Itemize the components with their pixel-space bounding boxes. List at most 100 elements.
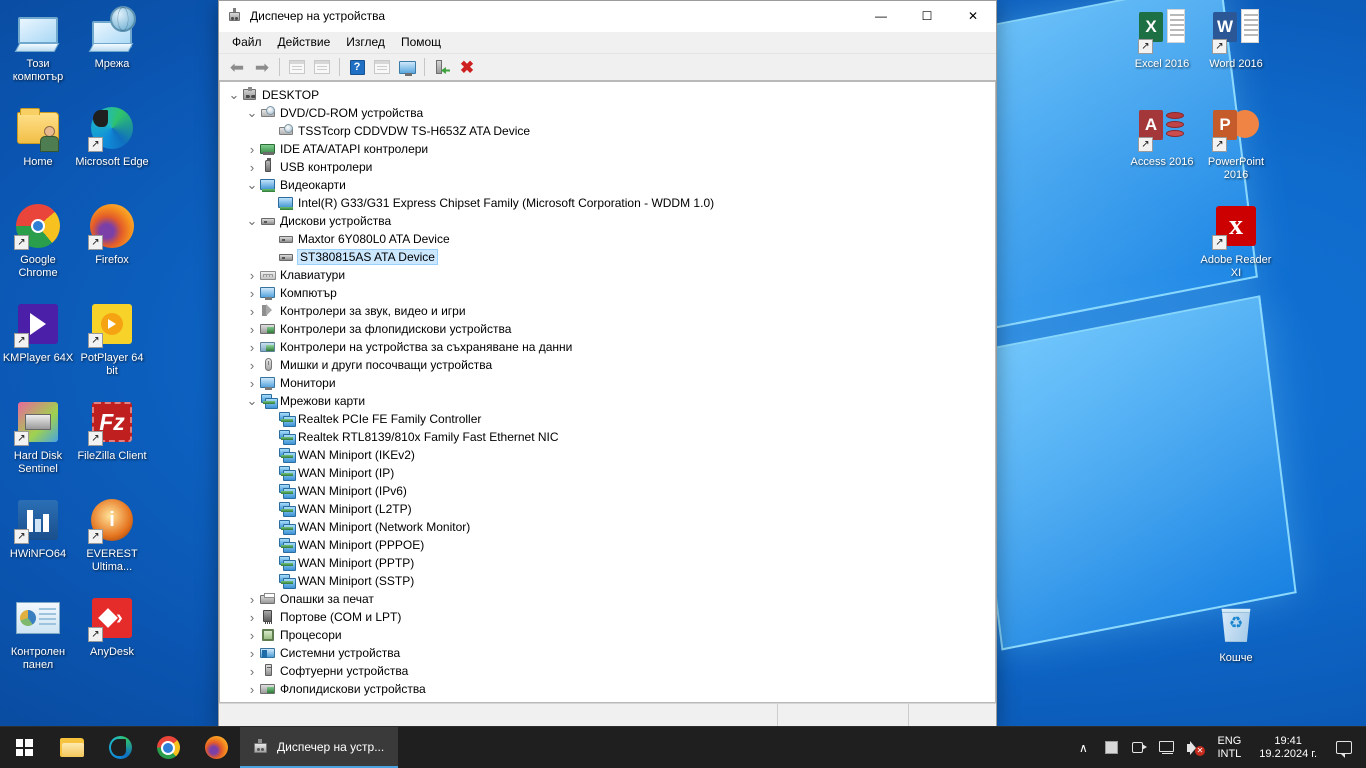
- desktop-icon-network[interactable]: Мрежа: [74, 6, 150, 71]
- menu-action[interactable]: Действие: [270, 32, 339, 53]
- tree-row[interactable]: Maxtor 6Y080L0 ATA Device: [220, 230, 995, 248]
- desktop-icon-powerpoint-2016[interactable]: P PowerPoint 2016: [1198, 104, 1274, 182]
- chevron-right-icon[interactable]: ›: [244, 375, 260, 391]
- desktop-icon-hwinfo64[interactable]: HWiNFO64: [0, 496, 76, 561]
- tree-row[interactable]: › Флопидискови устройства: [220, 680, 995, 698]
- tree-row[interactable]: TSSTcorp CDDVDW TS-H653Z ATA Device: [220, 122, 995, 140]
- forward-arrow-icon[interactable]: ➡: [250, 56, 274, 79]
- desktop-icon-excel-2016[interactable]: X Excel 2016: [1124, 6, 1200, 71]
- chevron-right-icon[interactable]: ›: [244, 681, 260, 697]
- chevron-down-icon[interactable]: ⌄: [244, 105, 260, 121]
- tray-clock[interactable]: 19:41 19.2.2024 г.: [1250, 727, 1326, 768]
- tree-row[interactable]: WAN Miniport (Network Monitor): [220, 518, 995, 536]
- tree-row[interactable]: › Портове (COM и LPT): [220, 608, 995, 626]
- chevron-right-icon[interactable]: ›: [244, 285, 260, 301]
- chevron-right-icon[interactable]: ›: [244, 267, 260, 283]
- help-icon[interactable]: ?: [345, 56, 369, 79]
- taskbar-active-window-device-manager[interactable]: Диспечер на устр...: [240, 727, 398, 768]
- menu-view[interactable]: Изглед: [338, 32, 393, 53]
- desktop-icon-this-pc[interactable]: Този компютър: [0, 6, 76, 84]
- tree-row[interactable]: › Контролери на устройства за съхраняване…: [220, 338, 995, 356]
- tree-row[interactable]: ⌄ Мрежови карти: [220, 392, 995, 410]
- chevron-right-icon[interactable]: ›: [244, 357, 260, 373]
- tree-row[interactable]: Realtek RTL8139/810x Family Fast Etherne…: [220, 428, 995, 446]
- desktop-icon-recycle-bin[interactable]: ♻ Кошче: [1198, 600, 1274, 665]
- taskbar[interactable]: Диспечер на устр... ∧ ✕ ENG INTL 19:41 1…: [0, 726, 1366, 768]
- taskbar-firefox[interactable]: [192, 727, 240, 768]
- tree-row[interactable]: WAN Miniport (IPv6): [220, 482, 995, 500]
- scan-hardware-changes-icon[interactable]: [395, 56, 419, 79]
- tree-row[interactable]: Realtek PCIe FE Family Controller: [220, 410, 995, 428]
- tray-volume-muted-icon[interactable]: ✕: [1182, 727, 1208, 768]
- back-arrow-icon[interactable]: ⬅: [225, 56, 249, 79]
- tree-row[interactable]: › Софтуерни устройства: [220, 662, 995, 680]
- chevron-right-icon[interactable]: ›: [244, 321, 260, 337]
- tray-language-indicator[interactable]: ENG INTL: [1210, 727, 1248, 768]
- desktop-icon-filezilla-client[interactable]: Fz FileZilla Client: [74, 398, 150, 463]
- tree-row[interactable]: › Контролери за флопидискови устройства: [220, 320, 995, 338]
- tree-row[interactable]: › USB контролери: [220, 158, 995, 176]
- tree-row[interactable]: WAN Miniport (SSTP): [220, 572, 995, 590]
- desktop-icon-everest-ultimate[interactable]: i EVEREST Ultima...: [74, 496, 150, 574]
- tree-row[interactable]: WAN Miniport (L2TP): [220, 500, 995, 518]
- tree-row[interactable]: › Опашки за печат: [220, 590, 995, 608]
- desktop-icon-access-2016[interactable]: A Access 2016: [1124, 104, 1200, 169]
- tree-row[interactable]: › Контролери за звук, видео и игри: [220, 302, 995, 320]
- uninstall-device-icon[interactable]: ✖: [455, 56, 479, 79]
- tree-row[interactable]: › IDE ATA/ATAPI контролери: [220, 140, 995, 158]
- chevron-right-icon[interactable]: ›: [244, 591, 260, 607]
- tree-row[interactable]: › Процесори: [220, 626, 995, 644]
- chevron-right-icon[interactable]: ›: [244, 159, 260, 175]
- window-titlebar[interactable]: Диспечер на устройства — ☐ ✕: [219, 1, 996, 32]
- tree-row[interactable]: › Компютър: [220, 284, 995, 302]
- desktop-icon-potplayer[interactable]: PotPlayer 64 bit: [74, 300, 150, 378]
- desktop-icon-kmplayer[interactable]: KMPlayer 64X: [0, 300, 76, 365]
- properties-icon[interactable]: [310, 56, 334, 79]
- chevron-right-icon[interactable]: ›: [244, 609, 260, 625]
- tree-row[interactable]: › Клавиатури: [220, 266, 995, 284]
- device-tree[interactable]: ⌄ DESKTOP ⌄ DVD/CD-ROM устройства TSSTcorp …: [220, 82, 995, 698]
- tree-row[interactable]: › Монитори: [220, 374, 995, 392]
- desktop-icon-anydesk[interactable]: › AnyDesk: [74, 594, 150, 659]
- chevron-down-icon[interactable]: ⌄: [244, 393, 260, 409]
- chevron-right-icon[interactable]: ›: [244, 141, 260, 157]
- device-tree-panel[interactable]: ⌄ DESKTOP ⌄ DVD/CD-ROM устройства TSSTcorp …: [219, 81, 996, 703]
- tree-row[interactable]: ⌄ Видеокарти: [220, 176, 995, 194]
- tree-row[interactable]: ST380815AS ATA Device: [220, 248, 995, 266]
- close-button[interactable]: ✕: [950, 1, 996, 32]
- tree-row[interactable]: › Мишки и други посочващи устройства: [220, 356, 995, 374]
- hidden-icons-chevron-icon[interactable]: ∧: [1070, 727, 1096, 768]
- tree-row[interactable]: WAN Miniport (IP): [220, 464, 995, 482]
- tree-row[interactable]: WAN Miniport (IKEv2): [220, 446, 995, 464]
- desktop-icon-hard-disk-sentinel[interactable]: Hard Disk Sentinel: [0, 398, 76, 476]
- chevron-right-icon[interactable]: ›: [244, 339, 260, 355]
- desktop-icon-firefox[interactable]: Firefox: [74, 202, 150, 267]
- taskbar-edge[interactable]: [96, 727, 144, 768]
- minimize-button[interactable]: —: [858, 1, 904, 32]
- chevron-right-icon[interactable]: ›: [244, 627, 260, 643]
- tree-row[interactable]: ⌄ DVD/CD-ROM устройства: [220, 104, 995, 122]
- tree-row[interactable]: WAN Miniport (PPPOE): [220, 536, 995, 554]
- chevron-down-icon[interactable]: ⌄: [244, 213, 260, 229]
- desktop-icon-control-panel[interactable]: Контролен панел: [0, 594, 76, 672]
- chevron-right-icon[interactable]: ›: [244, 303, 260, 319]
- tray-camera-icon[interactable]: [1126, 727, 1152, 768]
- tree-row[interactable]: › Системни устройства: [220, 644, 995, 662]
- taskbar-chrome[interactable]: [144, 727, 192, 768]
- chevron-down-icon[interactable]: ⌄: [226, 87, 242, 103]
- maximize-button[interactable]: ☐: [904, 1, 950, 32]
- desktop-icon-word-2016[interactable]: W Word 2016: [1198, 6, 1274, 71]
- menu-file[interactable]: Файл: [224, 32, 270, 53]
- desktop-icon-microsoft-edge[interactable]: Microsoft Edge: [74, 104, 150, 169]
- desktop-icon-google-chrome[interactable]: Google Chrome: [0, 202, 76, 280]
- action-center-icon[interactable]: [1328, 727, 1360, 768]
- tree-row[interactable]: ⌄ DESKTOP: [220, 86, 995, 104]
- tree-row[interactable]: WAN Miniport (PPTP): [220, 554, 995, 572]
- start-button[interactable]: [0, 727, 48, 768]
- desktop-icon-home[interactable]: Home: [0, 104, 76, 169]
- tree-row[interactable]: Intel(R) G33/G31 Express Chipset Family …: [220, 194, 995, 212]
- update-driver-icon[interactable]: [430, 56, 454, 79]
- tray-network-icon[interactable]: [1154, 727, 1180, 768]
- device-manager-window[interactable]: Диспечер на устройства — ☐ ✕ Файл Действ…: [218, 0, 997, 768]
- taskbar-file-explorer[interactable]: [48, 727, 96, 768]
